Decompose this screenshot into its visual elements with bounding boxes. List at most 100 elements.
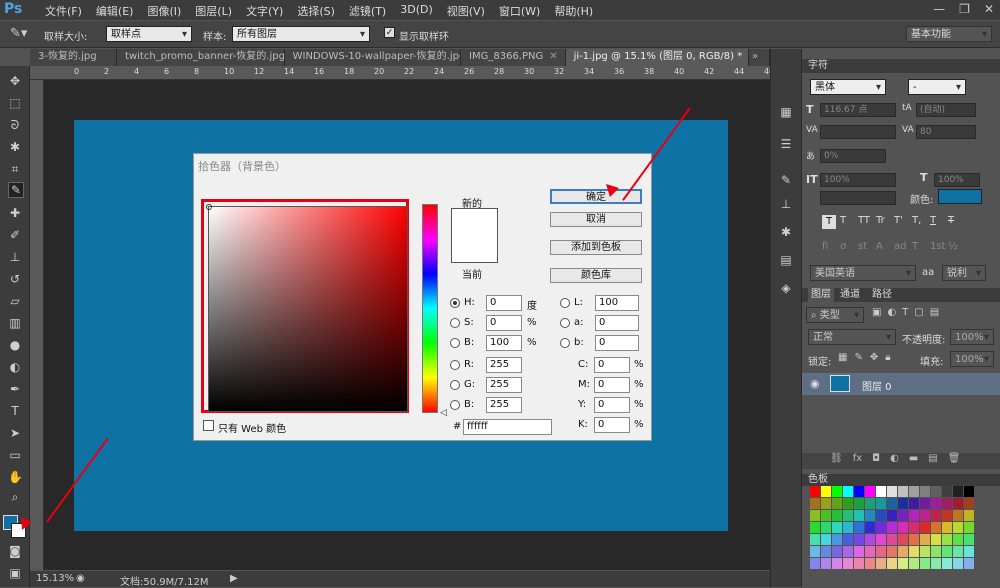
swatch-cell[interactable]	[832, 486, 842, 497]
swatch-cell[interactable]	[854, 486, 864, 497]
swatch-cell[interactable]	[810, 558, 820, 569]
brightness-field[interactable]: 100	[486, 335, 522, 351]
new-adjustment-icon[interactable]: ◐	[890, 453, 899, 469]
swatch-cell[interactable]	[898, 522, 908, 533]
red-radio[interactable]	[450, 360, 460, 370]
swatch-cell[interactable]	[920, 498, 930, 509]
pen-tool-icon[interactable]: ✒	[8, 382, 22, 396]
swatch-cell[interactable]	[832, 558, 842, 569]
menu-help[interactable]: 帮助(H)	[547, 3, 600, 19]
menu-filter[interactable]: 滤镜(T)	[342, 3, 393, 19]
navigator-icon[interactable]: ◈	[779, 281, 793, 295]
show-ring-checkbox[interactable]: ✓	[384, 27, 395, 38]
tab-doc-2[interactable]: twitch_promo_banner-恢复的.jpg✕	[117, 49, 285, 66]
swash-button[interactable]: st	[858, 241, 872, 252]
menu-layer[interactable]: 图层(L)	[188, 3, 239, 19]
marquee-tool-icon[interactable]: ⬚	[8, 96, 22, 110]
swatch-cell[interactable]	[876, 510, 886, 521]
eraser-tool-icon[interactable]: ▱	[8, 294, 22, 308]
swatch-cell[interactable]	[832, 534, 842, 545]
swatch-cell[interactable]	[821, 498, 831, 509]
eyedropper-icon[interactable]: ✎▾	[10, 26, 27, 41]
quick-mask-icon[interactable]: ◙	[8, 544, 22, 558]
move-tool-icon[interactable]: ✥	[8, 74, 22, 88]
swatch-cell[interactable]	[876, 522, 886, 533]
swatch-cell[interactable]	[964, 558, 974, 569]
lightness-field[interactable]: 100	[595, 295, 639, 311]
swatch-cell[interactable]	[898, 510, 908, 521]
swatch-cell[interactable]	[832, 546, 842, 557]
hex-field[interactable]: ffffff	[463, 419, 552, 435]
hue-field[interactable]: 0	[486, 295, 522, 311]
tab-character[interactable]: 字符	[808, 59, 828, 73]
close-button[interactable]: ✕	[984, 2, 994, 16]
swatch-cell[interactable]	[876, 486, 886, 497]
swatch-cell[interactable]	[821, 522, 831, 533]
menu-3d[interactable]: 3D(D)	[393, 3, 440, 19]
font-family-dropdown[interactable]: 黑体	[810, 79, 886, 95]
layer-row[interactable]: ◉ 图层 0	[802, 373, 1000, 395]
horizontal-scale-field[interactable]: 100%	[934, 173, 980, 187]
tab-doc-4[interactable]: IMG_8366.PNG ✕	[461, 49, 566, 66]
swatch-cell[interactable]	[920, 546, 930, 557]
fractions-button[interactable]: ½	[948, 241, 962, 252]
history-brush-icon[interactable]: ↺	[8, 272, 22, 286]
swatch-cell[interactable]	[942, 534, 952, 545]
swatch-cell[interactable]	[843, 498, 853, 509]
swatch-cell[interactable]	[920, 486, 930, 497]
tracking-field[interactable]: 80	[916, 125, 976, 139]
swatch-cell[interactable]	[843, 510, 853, 521]
swatch-cell[interactable]	[909, 546, 919, 557]
delete-layer-icon[interactable]: 🗑︎	[948, 453, 961, 469]
menu-select[interactable]: 选择(S)	[290, 3, 342, 19]
swatch-cell[interactable]	[887, 558, 897, 569]
stamp-tool-icon[interactable]: ⊥	[8, 250, 22, 264]
swatch-cell[interactable]	[898, 558, 908, 569]
add-to-swatches-button[interactable]: 添加到色板	[550, 240, 642, 255]
brush-panel-icon[interactable]: ✎	[779, 173, 793, 187]
swatch-cell[interactable]	[953, 558, 963, 569]
saturation-radio[interactable]	[450, 318, 460, 328]
crop-tool-icon[interactable]: ⌗	[8, 162, 22, 176]
swatch-cell[interactable]	[953, 510, 963, 521]
new-layer-icon[interactable]: ▤	[928, 453, 937, 469]
cyan-field[interactable]: 0	[594, 357, 630, 373]
cancel-button[interactable]: 取消	[550, 212, 642, 227]
web-only-checkbox[interactable]	[203, 420, 214, 431]
menu-image[interactable]: 图像(I)	[140, 3, 188, 19]
swatch-cell[interactable]	[810, 522, 820, 533]
smart-object-filter-icon[interactable]: ▤	[930, 307, 939, 318]
swatch-cell[interactable]	[964, 510, 974, 521]
ornaments-button[interactable]: T	[912, 241, 926, 252]
swatch-cell[interactable]	[931, 498, 941, 509]
swatch-cell[interactable]	[887, 522, 897, 533]
swatch-cell[interactable]	[942, 558, 952, 569]
swatch-cell[interactable]	[931, 534, 941, 545]
sample-size-dropdown[interactable]: 取样点	[106, 26, 192, 42]
swatch-cell[interactable]	[898, 546, 908, 557]
blue-field[interactable]: 255	[486, 397, 522, 413]
fill-field[interactable]: 100%	[950, 351, 994, 367]
swatch-cell[interactable]	[931, 486, 941, 497]
restore-button[interactable]: ❐	[959, 2, 970, 16]
superscript-button[interactable]: T'	[894, 215, 908, 229]
pixel-filter-icon[interactable]: ▣	[872, 307, 881, 318]
swatch-cell[interactable]	[810, 546, 820, 557]
swatch-cell[interactable]	[964, 546, 974, 557]
tab-layers[interactable]: 图层	[808, 288, 834, 302]
black-field[interactable]: 0	[594, 417, 630, 433]
swatch-cell[interactable]	[865, 546, 875, 557]
screen-mode-icon[interactable]: ▣	[8, 566, 22, 580]
hue-slider[interactable]	[422, 204, 438, 413]
swatch-cell[interactable]	[942, 486, 952, 497]
shape-tool-icon[interactable]: ▭	[8, 448, 22, 462]
tool-presets-icon[interactable]: ✱	[779, 225, 793, 239]
menu-edit[interactable]: 编辑(E)	[89, 3, 141, 19]
swatch-cell[interactable]	[876, 534, 886, 545]
swatch-cell[interactable]	[931, 510, 941, 521]
swatch-cell[interactable]	[909, 486, 919, 497]
swatch-cell[interactable]	[810, 486, 820, 497]
swatch-cell[interactable]	[909, 522, 919, 533]
type-tool-icon[interactable]: T	[8, 404, 22, 418]
swatch-cell[interactable]	[865, 510, 875, 521]
